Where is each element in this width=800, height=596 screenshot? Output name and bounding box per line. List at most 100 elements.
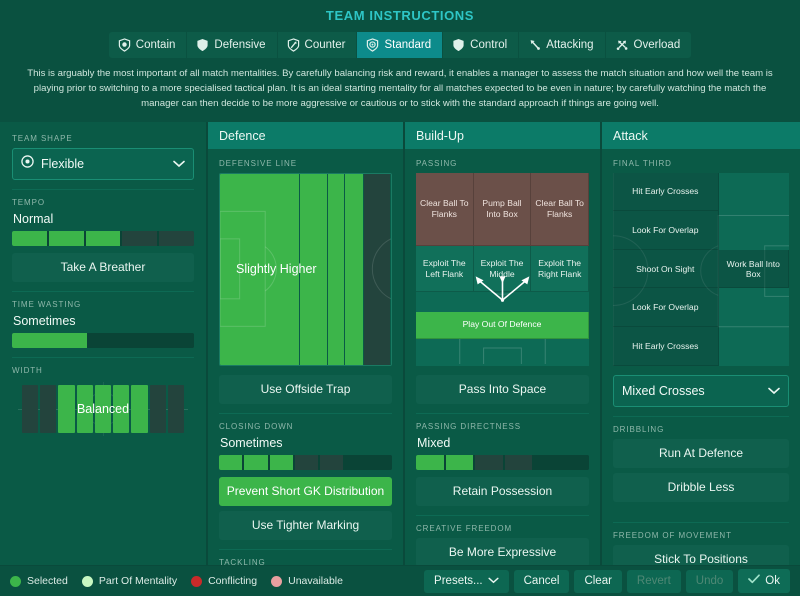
width-bar[interactable] [131, 384, 148, 433]
page-title: TEAM INSTRUCTIONS [325, 8, 475, 23]
closing-down-segment[interactable] [219, 454, 243, 470]
legend-label: Selected [27, 575, 68, 587]
closing-down-segment[interactable] [269, 454, 293, 470]
passing-directness-segment[interactable] [475, 454, 503, 470]
mentality-tab-standard[interactable]: Standard [357, 32, 444, 58]
width-bar[interactable] [58, 384, 75, 433]
clear-button[interactable]: Clear [574, 569, 622, 593]
closing-down-segment[interactable] [345, 454, 392, 470]
final-third-grid[interactable]: Hit Early Crosses Look For Overlap Shoot O… [613, 172, 789, 366]
freedom-of-movement-label: FREEDOM OF MOVEMENT [613, 530, 732, 540]
be-more-expressive-button[interactable]: Be More Expressive [416, 537, 589, 567]
defensive-line-value: Slightly Higher [236, 262, 317, 277]
tempo-segment[interactable] [159, 230, 194, 246]
use-tighter-marking-button[interactable]: Use Tighter Marking [219, 510, 392, 540]
defensive-line-slider[interactable]: Slightly Higher [219, 172, 392, 366]
legend-item-part-of-mentality: Part Of Mentality [81, 575, 177, 587]
tempo-slider[interactable] [12, 230, 194, 246]
closing-down-segment[interactable] [244, 454, 268, 470]
team-shape-dropdown[interactable]: Flexible [12, 147, 194, 180]
final-third-pitch[interactable]: Hit Early Crosses Look For Overlap Shoot O… [613, 172, 789, 366]
mentality-tab-overload[interactable]: Overload [605, 32, 692, 58]
passing-cell-exploit-the-right-flank[interactable]: Exploit The Right Flank [531, 245, 589, 293]
time-wasting-segment[interactable] [12, 332, 87, 348]
presets-button[interactable]: Presets... [424, 569, 509, 593]
attack-column-title: Attack [602, 121, 800, 149]
revert-button: Revert [626, 569, 681, 593]
passing-directness-segment[interactable] [445, 454, 473, 470]
width-bar[interactable] [113, 384, 130, 433]
final-third-cell-empty [719, 173, 789, 212]
time-wasting-slider[interactable] [12, 332, 194, 348]
divider [416, 412, 589, 414]
retain-possession-button[interactable]: Retain Possession [416, 476, 589, 506]
target-icon [21, 154, 34, 173]
passing-pitch[interactable]: Clear Ball To Flanks Pump Ball Into Box Cl… [416, 172, 589, 366]
mentality-tab-control[interactable]: Control [443, 32, 520, 58]
mentality-tab-label: Contain [135, 39, 176, 51]
footer-bar: Selected Part Of Mentality Conflicting Unav… [0, 565, 800, 596]
passing-cell-clear-ball-to-flanks[interactable]: Clear Ball To Flanks [531, 172, 589, 246]
width-bar[interactable] [76, 384, 93, 433]
time-wasting-segment[interactable] [89, 332, 194, 348]
passing-cell-exploit-the-left-flank[interactable]: Exploit The Left Flank [416, 245, 474, 293]
pass-into-space-button[interactable]: Pass Into Space [416, 374, 589, 404]
final-third-cell-shoot-on-sight[interactable]: Shoot On Sight [613, 249, 719, 289]
buildup-column-title: Build-Up [405, 121, 600, 149]
width-slider[interactable]: Balanced [12, 379, 194, 438]
passing-directness-segment[interactable] [534, 454, 589, 470]
passing-cell-exploit-the-middle[interactable]: Exploit The Middle [473, 245, 532, 293]
final-third-cell-hit-early-crosses[interactable]: Hit Early Crosses [613, 172, 719, 212]
closing-down-segment[interactable] [294, 454, 319, 470]
passing-cell-play-out-of-defence[interactable]: Play Out Of Defence [416, 311, 589, 339]
legend-label: Unavailable [288, 575, 343, 587]
passing-directness-segment[interactable] [416, 454, 444, 470]
tempo-segment[interactable] [12, 230, 47, 246]
width-bar[interactable] [167, 384, 184, 433]
creative-freedom-label: CREATIVE FREEDOM [416, 523, 513, 533]
final-third-cell-hit-early-crosses[interactable]: Hit Early Crosses [613, 326, 719, 366]
cancel-button[interactable]: Cancel [513, 569, 570, 593]
chevron-down-icon [768, 382, 780, 400]
final-third-cell-work-ball-into-box[interactable]: Work Ball Into Box [718, 249, 789, 289]
passing-cell-clear-ball-to-flanks[interactable]: Clear Ball To Flanks [416, 172, 474, 246]
final-third-label: FINAL THIRD [613, 158, 672, 168]
legend-dot [81, 575, 93, 587]
width-bar[interactable] [94, 384, 112, 433]
tempo-segment[interactable] [85, 230, 121, 246]
dribble-less-button[interactable]: Dribble Less [613, 472, 789, 502]
mentality-tab-attacking[interactable]: Attacking [519, 32, 606, 58]
prevent-short-gk-distribution-button[interactable]: Prevent Short GK Distribution [219, 476, 392, 506]
mentality-description: This is arguably the most important of a… [0, 58, 800, 122]
width-bar[interactable] [149, 384, 166, 433]
final-third-cell-look-for-overlap[interactable]: Look For Overlap [613, 211, 719, 250]
final-third-cell-look-for-overlap[interactable]: Look For Overlap [613, 288, 719, 327]
shield-control-icon [452, 38, 465, 52]
take-a-breather-button[interactable]: Take A Breather [12, 252, 194, 282]
tempo-segment[interactable] [48, 230, 84, 246]
closing-down-segment[interactable] [320, 454, 344, 470]
action-buttons: Presets... Cancel Clear Revert Undo Ok [424, 569, 790, 593]
mentality-tab-counter[interactable]: Counter [277, 32, 358, 58]
team-shape-value: Flexible [41, 156, 85, 171]
tempo-segment[interactable] [122, 230, 158, 246]
final-third-cell-empty [719, 327, 789, 366]
instructions-body: TEAM SHAPE Flexible TEMPO Normal Take A … [0, 121, 800, 596]
mentality-tab-contain[interactable]: Contain [108, 32, 188, 58]
ok-button[interactable]: Ok [738, 569, 790, 593]
passing-grid[interactable]: Clear Ball To Flanks Pump Ball Into Box Cl… [416, 172, 589, 366]
chevron-down-icon [173, 155, 185, 173]
passing-cell-pump-ball-into-box[interactable]: Pump Ball Into Box [473, 172, 532, 246]
use-offside-trap-button[interactable]: Use Offside Trap [219, 374, 392, 404]
passing-directness-segment[interactable] [504, 454, 532, 470]
passing-directness-slider[interactable] [416, 454, 589, 470]
run-at-defence-button[interactable]: Run At Defence [613, 438, 789, 468]
closing-down-slider[interactable] [219, 454, 392, 470]
width-bars[interactable] [22, 384, 184, 433]
mentality-tab-defensive[interactable]: Defensive [187, 32, 278, 58]
crosses-dropdown[interactable]: Mixed Crosses [613, 374, 789, 407]
width-bar[interactable] [40, 384, 57, 433]
passing-directness-label: PASSING DIRECTNESS [416, 421, 521, 431]
width-bar[interactable] [22, 384, 39, 433]
divider [12, 188, 194, 190]
